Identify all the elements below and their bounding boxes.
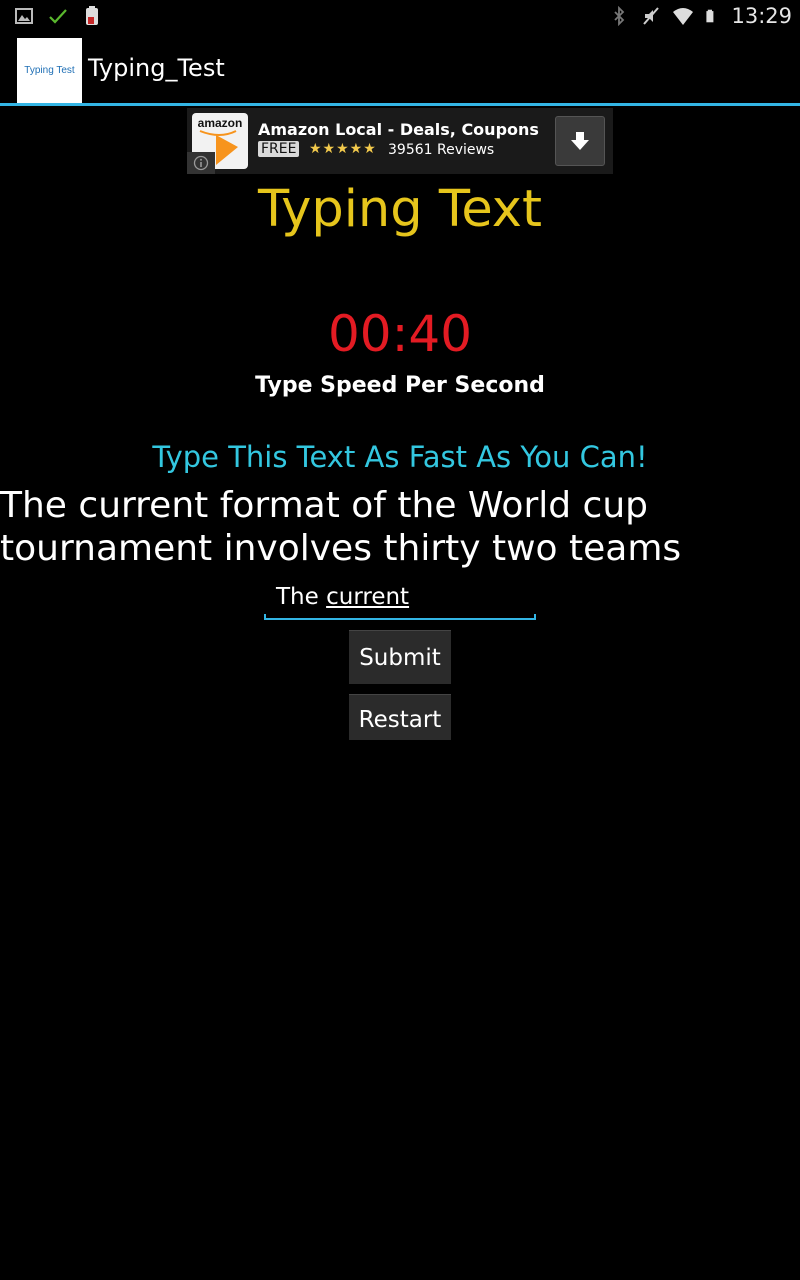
submit-button[interactable]: Submit	[349, 630, 451, 684]
wifi-icon	[673, 8, 694, 25]
app-icon-text: Typing Test	[24, 65, 75, 76]
target-passage: The current format of the World cup tour…	[0, 485, 682, 569]
app-icon[interactable]: Typing Test	[17, 38, 82, 103]
speed-label: Type Speed Per Second	[255, 373, 545, 398]
restart-button[interactable]: Restart	[349, 694, 451, 740]
download-arrow-icon	[571, 132, 589, 150]
bluetooth-icon	[614, 6, 625, 26]
status-system: 13:29	[609, 4, 792, 28]
ad-free-badge: FREE	[258, 141, 300, 157]
mute-icon	[643, 7, 660, 25]
ad-rating-stars: ★★★★★	[309, 141, 377, 157]
battery-icon	[706, 9, 714, 23]
typing-input-value: The current	[276, 584, 410, 610]
countdown-timer: 00:40	[327, 305, 473, 363]
clock: 13:29	[731, 4, 792, 28]
ad-info-icon[interactable]	[187, 152, 215, 174]
status-notifications	[14, 6, 102, 26]
ad-download-button[interactable]	[555, 116, 605, 166]
ad-banner[interactable]: amazon Amazon Local - Deals, Coupons FRE…	[187, 108, 613, 174]
image-icon	[15, 8, 33, 24]
ad-review-count: 39561 Reviews	[388, 142, 495, 158]
input-composing-word: current	[326, 584, 410, 610]
battery-alert-icon	[86, 6, 98, 25]
instruction-text: Type This Text As Fast As You Can!	[152, 440, 648, 474]
action-bar: Typing Test Typing_Test	[0, 34, 800, 106]
app-title: Typing_Test	[88, 54, 225, 82]
status-bar: 13:29	[0, 0, 800, 34]
typing-input[interactable]: The current	[264, 580, 536, 620]
page-heading: Typing Text	[258, 180, 542, 239]
ad-title: Amazon Local - Deals, Coupons	[258, 120, 539, 139]
check-icon	[49, 9, 67, 24]
